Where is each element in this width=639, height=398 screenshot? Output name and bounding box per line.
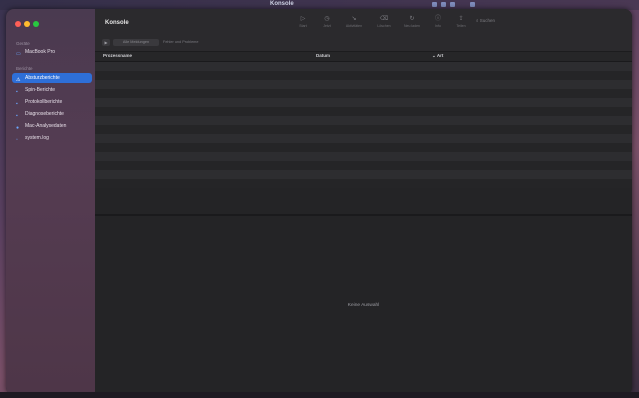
table-row[interactable]	[95, 125, 632, 134]
column-header-type[interactable]: ⌄ Art	[432, 53, 443, 59]
start-button[interactable]: ▷ Start	[293, 15, 313, 28]
table-row[interactable]	[95, 152, 632, 161]
table-row[interactable]	[95, 143, 632, 152]
reports-table	[95, 62, 632, 188]
detail-pane: Keine Auswahl	[95, 216, 632, 395]
document-icon: ▪	[16, 113, 18, 119]
filter-bar: ▶ Alle Meldungen Fehler und Probleme	[95, 35, 632, 52]
errors-and-faults-segment[interactable]: Fehler und Probleme	[163, 39, 198, 46]
sidebar-item-label: Mac-Analysedaten	[25, 123, 67, 129]
table-row[interactable]	[95, 107, 632, 116]
table-row[interactable]	[95, 89, 632, 98]
no-selection-text: Keine Auswahl	[347, 303, 380, 308]
status-icon[interactable]	[450, 2, 455, 7]
sidebar-section-reports: Berichte	[16, 66, 33, 71]
sidebar-item-label: Absturzberichte	[25, 75, 60, 81]
sidebar-item-label: Spin-Berichte	[25, 87, 56, 93]
table-header: Prozessname Datum ⌄ Art	[95, 52, 632, 62]
warning-icon: ⚠	[16, 77, 21, 83]
sidebar-item-device[interactable]: ▭ MacBook Pro	[12, 47, 92, 57]
sidebar-item-label: Protokollberichte	[25, 99, 63, 105]
chart-icon: ●	[16, 125, 20, 131]
desktop-strip	[0, 392, 639, 398]
menu-bar-title: Konsole	[270, 1, 294, 7]
reload-button[interactable]: ↻ Neu laden	[402, 15, 422, 28]
column-header-process[interactable]: Prozessname	[103, 53, 132, 58]
table-row[interactable]	[95, 80, 632, 89]
toolbar: Konsole ▷ Start ◷ Jetzt ↘ Aktivitäten ⌫ …	[95, 9, 632, 35]
now-button[interactable]: ◷ Jetzt	[317, 15, 337, 28]
share-button[interactable]: ⇪ Teilen	[451, 15, 471, 28]
table-row[interactable]	[95, 134, 632, 143]
sidebar-item-crash-reports[interactable]: ⚠ Absturzberichte	[12, 73, 92, 83]
zoom-window-button[interactable]	[33, 21, 39, 27]
delete-button[interactable]: ⌫ Löschen	[374, 15, 394, 28]
all-messages-segment[interactable]: Alle Meldungen	[113, 39, 159, 46]
activities-button[interactable]: ↘ Aktivitäten	[344, 15, 364, 28]
document-icon: ▪	[16, 89, 18, 95]
sidebar-item-mac-analytics[interactable]: ● Mac-Analysedaten	[12, 121, 92, 131]
document-icon: ▪	[16, 101, 18, 107]
table-row[interactable]	[95, 116, 632, 125]
status-icon[interactable]	[441, 2, 446, 7]
activity-icon: ↘	[351, 16, 357, 22]
info-icon: ⓘ	[434, 16, 441, 22]
sidebar-item-log-reports[interactable]: ▪ Protokollberichte	[12, 97, 92, 107]
table-row[interactable]	[95, 71, 632, 80]
table-row[interactable]	[95, 62, 632, 71]
sidebar-item-label: Diagnoseberichte	[25, 111, 64, 117]
minimize-window-button[interactable]	[24, 21, 30, 27]
trash-icon: ⌫	[379, 16, 389, 22]
window-title: Konsole	[105, 20, 129, 26]
table-row[interactable]	[95, 170, 632, 179]
console-window: Geräte ▭ MacBook Pro Berichte ⚠ Absturzb…	[6, 9, 632, 395]
sidebar-item-diagnostic-reports[interactable]: ▪ Diagnoseberichte	[12, 109, 92, 119]
search-icon: ⌕	[476, 18, 479, 23]
sidebar-item-label: MacBook Pro	[25, 49, 56, 55]
filter-icon[interactable]: ▶	[102, 39, 110, 46]
sidebar-item-label: system.log	[25, 135, 49, 141]
reload-icon: ↻	[409, 16, 415, 22]
status-icon[interactable]	[470, 2, 475, 7]
share-icon: ⇪	[458, 16, 464, 22]
play-icon: ▷	[300, 16, 306, 22]
sidebar-item-spin-reports[interactable]: ▪ Spin-Berichte	[12, 85, 92, 95]
table-row[interactable]	[95, 161, 632, 170]
sidebar: Geräte ▭ MacBook Pro Berichte ⚠ Absturzb…	[6, 9, 95, 395]
main-pane: Konsole ▷ Start ◷ Jetzt ↘ Aktivitäten ⌫ …	[95, 9, 632, 395]
sidebar-item-system-log[interactable]: ▫ system.log	[12, 133, 92, 143]
close-window-button[interactable]	[15, 21, 21, 27]
status-icon[interactable]	[432, 2, 437, 7]
table-row[interactable]	[95, 98, 632, 107]
column-header-date[interactable]: Datum	[316, 53, 330, 58]
clock-icon: ◷	[324, 16, 330, 22]
laptop-icon: ▭	[16, 51, 21, 57]
sidebar-section-devices: Geräte	[16, 41, 30, 46]
search-placeholder: Suchen	[479, 18, 496, 23]
info-button[interactable]: ⓘ Info	[428, 15, 448, 28]
search-field[interactable]: ⌕ Suchen	[476, 16, 536, 26]
log-icon: ▫	[16, 137, 18, 143]
table-row[interactable]	[95, 179, 632, 188]
